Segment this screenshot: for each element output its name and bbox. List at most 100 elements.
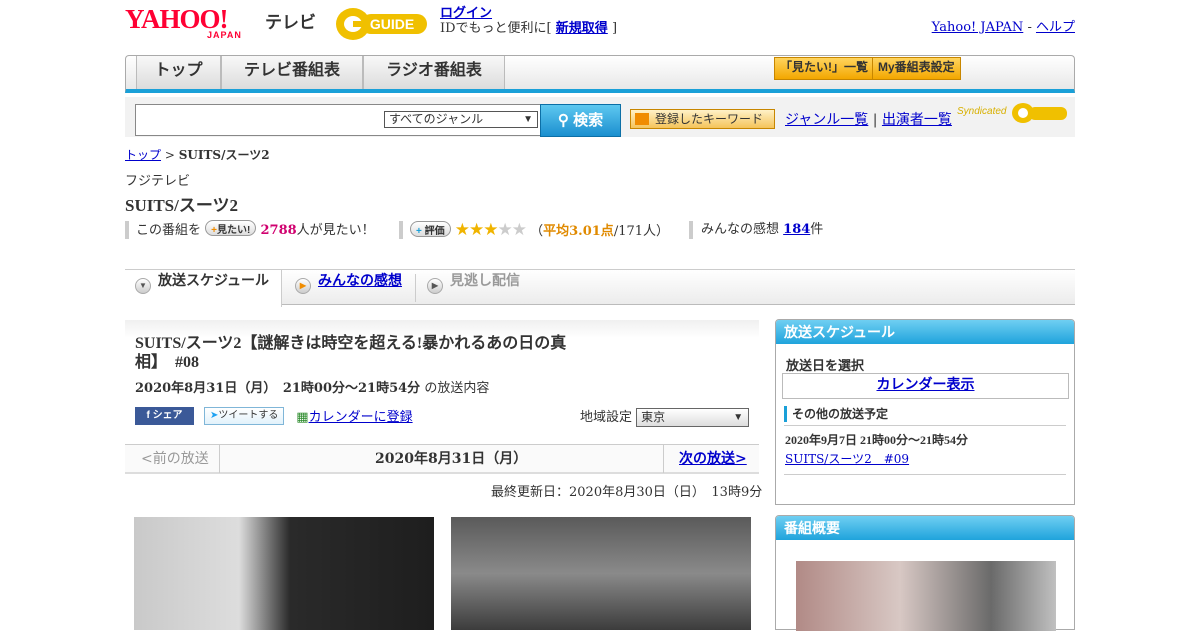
login-link[interactable]: ログイン [440, 6, 492, 21]
facebook-share-button[interactable]: f シェア [135, 406, 194, 425]
channel-name: フジテレビ [125, 174, 191, 189]
gguide-icon: GUIDE [336, 8, 427, 40]
genre-select[interactable]: すべてのジャンル ▼ [384, 111, 538, 128]
schedule-panel-title: 放送スケジュール [776, 320, 1074, 344]
mitai-button-label: 見たい! [217, 225, 251, 236]
rating-stars-icon: ★★★★★ [454, 220, 527, 240]
tab-top[interactable]: トップ [136, 56, 221, 89]
impressions-group: みんなの感想 184件 [701, 220, 823, 240]
top-links: Yahoo! JAPAN - ヘルプ [932, 16, 1075, 35]
episode-date-row: 2020年8月31日（月） 21時00分～21時54分 の放送内容 [135, 377, 489, 396]
logo-sub: JAPAN [207, 30, 242, 40]
dropdown-arrow-icon: ▼ [523, 114, 533, 125]
divider [399, 221, 403, 239]
tab-impressions[interactable]: ▶ みんなの感想 [295, 270, 402, 306]
dropdown-arrow-icon: ▼ [733, 412, 744, 423]
tab-impressions-label[interactable]: みんなの感想 [318, 272, 402, 288]
breadcrumb-sep: > [164, 148, 175, 162]
other-broadcast-link[interactable]: SUITS/スーツ2 #09 [785, 450, 909, 467]
summary-panel: 番組概要 [775, 515, 1075, 631]
mitai-group: この番組を +見たい! 2788人が見たい！ [136, 220, 375, 241]
mitai-prefix: この番組を [136, 223, 202, 238]
genre-list-link[interactable]: ジャンル一覧 [785, 112, 868, 128]
tab-schedule[interactable]: ▼ 放送スケジュール [125, 270, 282, 307]
episode-photo[interactable] [451, 517, 751, 630]
breadcrumb-top[interactable]: トップ [125, 148, 161, 162]
rating-count: /171人） [613, 224, 670, 239]
current-episode-date: 2020年8月31日（月） [375, 451, 528, 467]
genre-selected: すべてのジャンル [389, 112, 484, 126]
link-separator: - [1027, 20, 1032, 35]
play-icon: ▶ [427, 278, 443, 294]
id-text-end: ] [611, 21, 618, 36]
register-link[interactable]: 新規取得 [556, 21, 608, 36]
breadcrumb-current: SUITS/スーツ2 [178, 148, 270, 162]
gguide-logo[interactable]: GUIDE [335, 6, 433, 42]
episode-date-suffix: の放送内容 [424, 381, 490, 396]
calendar-icon: ▦ [296, 410, 309, 425]
last-updated: 最終更新日：2020年8月30日（日） 13時9分 [491, 485, 763, 500]
play-icon: ▶ [295, 278, 311, 294]
divider [219, 445, 220, 473]
section-tabs: ▼ 放送スケジュール ▶ みんなの感想 ▶ 見逃し配信 [125, 269, 1075, 307]
summary-photo[interactable] [796, 561, 1056, 631]
calendar-register[interactable]: ▦カレンダーに登録 [296, 406, 412, 425]
tweet-button[interactable]: ➤ツイートする [204, 406, 285, 425]
gguide-small-icon [1012, 103, 1067, 123]
episode-title-line1: SUITS/スーツ2【謎解きは時空を超える!暴かれるあの日の真 [135, 335, 567, 352]
plus-icon: + [416, 226, 422, 237]
keyword-button[interactable]: 登録したキーワード [630, 109, 775, 129]
my-bangumi-button[interactable]: My番組表設定 [872, 57, 961, 80]
tab-streaming: ▶ 見逃し配信 [427, 270, 520, 306]
arrow-down-icon [635, 113, 649, 125]
tab-tv-schedule[interactable]: テレビ番組表 [221, 56, 363, 89]
help-link[interactable]: ヘルプ [1036, 20, 1075, 35]
pick-date-label: 放送日を選択 [786, 358, 865, 373]
mitai-button[interactable]: +見たい! [205, 220, 257, 236]
logo-text: YAHOO! [125, 4, 229, 34]
chevron-down-icon: ▼ [135, 278, 151, 294]
episode-date: 2020年8月31日（月） 21時00分～21時54分 [135, 381, 421, 396]
search-button[interactable]: ⚲ 検索 [540, 104, 621, 137]
calendar-register-link[interactable]: カレンダーに登録 [309, 410, 413, 425]
search-icon: ⚲ [557, 112, 569, 129]
rate-button-label: 評価 [424, 226, 445, 237]
divider [415, 274, 416, 302]
gguide-text: GUIDE [370, 16, 414, 32]
tab-streaming-label: 見逃し配信 [450, 272, 520, 288]
rate-button[interactable]: + 評価 [410, 221, 451, 237]
rating-open: （ [530, 224, 544, 239]
episode-pager: <前の放送 2020年8月31日（月） 次の放送> [125, 444, 759, 474]
episode-title: SUITS/スーツ2【謎解きは時空を超える!暴かれるあの日の真 相】 #08 [135, 334, 585, 372]
page: YAHOO! JAPAN テレビ GUIDE ログイン IDでもっと便利に[ 新… [125, 0, 1075, 631]
page-title: SUITS/スーツ2 [125, 196, 239, 215]
schedule-panel: 放送スケジュール 放送日を選択 カレンダー表示 その他の放送予定 2020年9月… [775, 319, 1075, 505]
summary-panel-title: 番組概要 [776, 516, 1074, 540]
divider [784, 474, 1066, 475]
region-value: 東京 [641, 410, 666, 424]
mitai-list-button[interactable]: 「見たい!」一覧 [774, 57, 874, 80]
calendar-view-button[interactable]: カレンダー表示 [782, 373, 1069, 399]
keyword-button-label: 登録したキーワード [655, 112, 764, 126]
guide-links: ジャンル一覧 | 出演者一覧 [785, 109, 952, 129]
next-episode-link[interactable]: 次の放送> [679, 445, 747, 474]
region-setting: 地域設定 東京 ▼ [580, 406, 750, 427]
yahoo-japan-link[interactable]: Yahoo! JAPAN [932, 20, 1024, 35]
mitai-count: 2788 [260, 223, 297, 238]
facebook-icon: f [146, 409, 150, 421]
episode-photo[interactable] [134, 517, 434, 630]
tab-radio-schedule[interactable]: ラジオ番組表 [363, 56, 505, 89]
search-row: すべてのジャンル ▼ ⚲ 検索 登録したキーワード ジャンル一覧 | 出演者一覧 [125, 97, 1075, 137]
tweet-label: ツイートする [218, 409, 279, 421]
rating-average: 平均3.01点 [543, 224, 614, 239]
breadcrumb: トップ > SUITS/スーツ2 [125, 146, 270, 163]
calendar-view-link[interactable]: カレンダー表示 [877, 376, 975, 392]
impressions-count-link[interactable]: 184 [783, 222, 810, 237]
divider [125, 221, 129, 239]
impressions-label: みんなの感想 [701, 222, 780, 237]
yahoo-logo[interactable]: YAHOO! JAPAN [125, 6, 261, 42]
divider [784, 425, 1066, 426]
cast-list-link[interactable]: 出演者一覧 [882, 112, 952, 128]
region-select[interactable]: 東京 ▼ [636, 408, 750, 427]
tv-label: テレビ [265, 13, 316, 32]
